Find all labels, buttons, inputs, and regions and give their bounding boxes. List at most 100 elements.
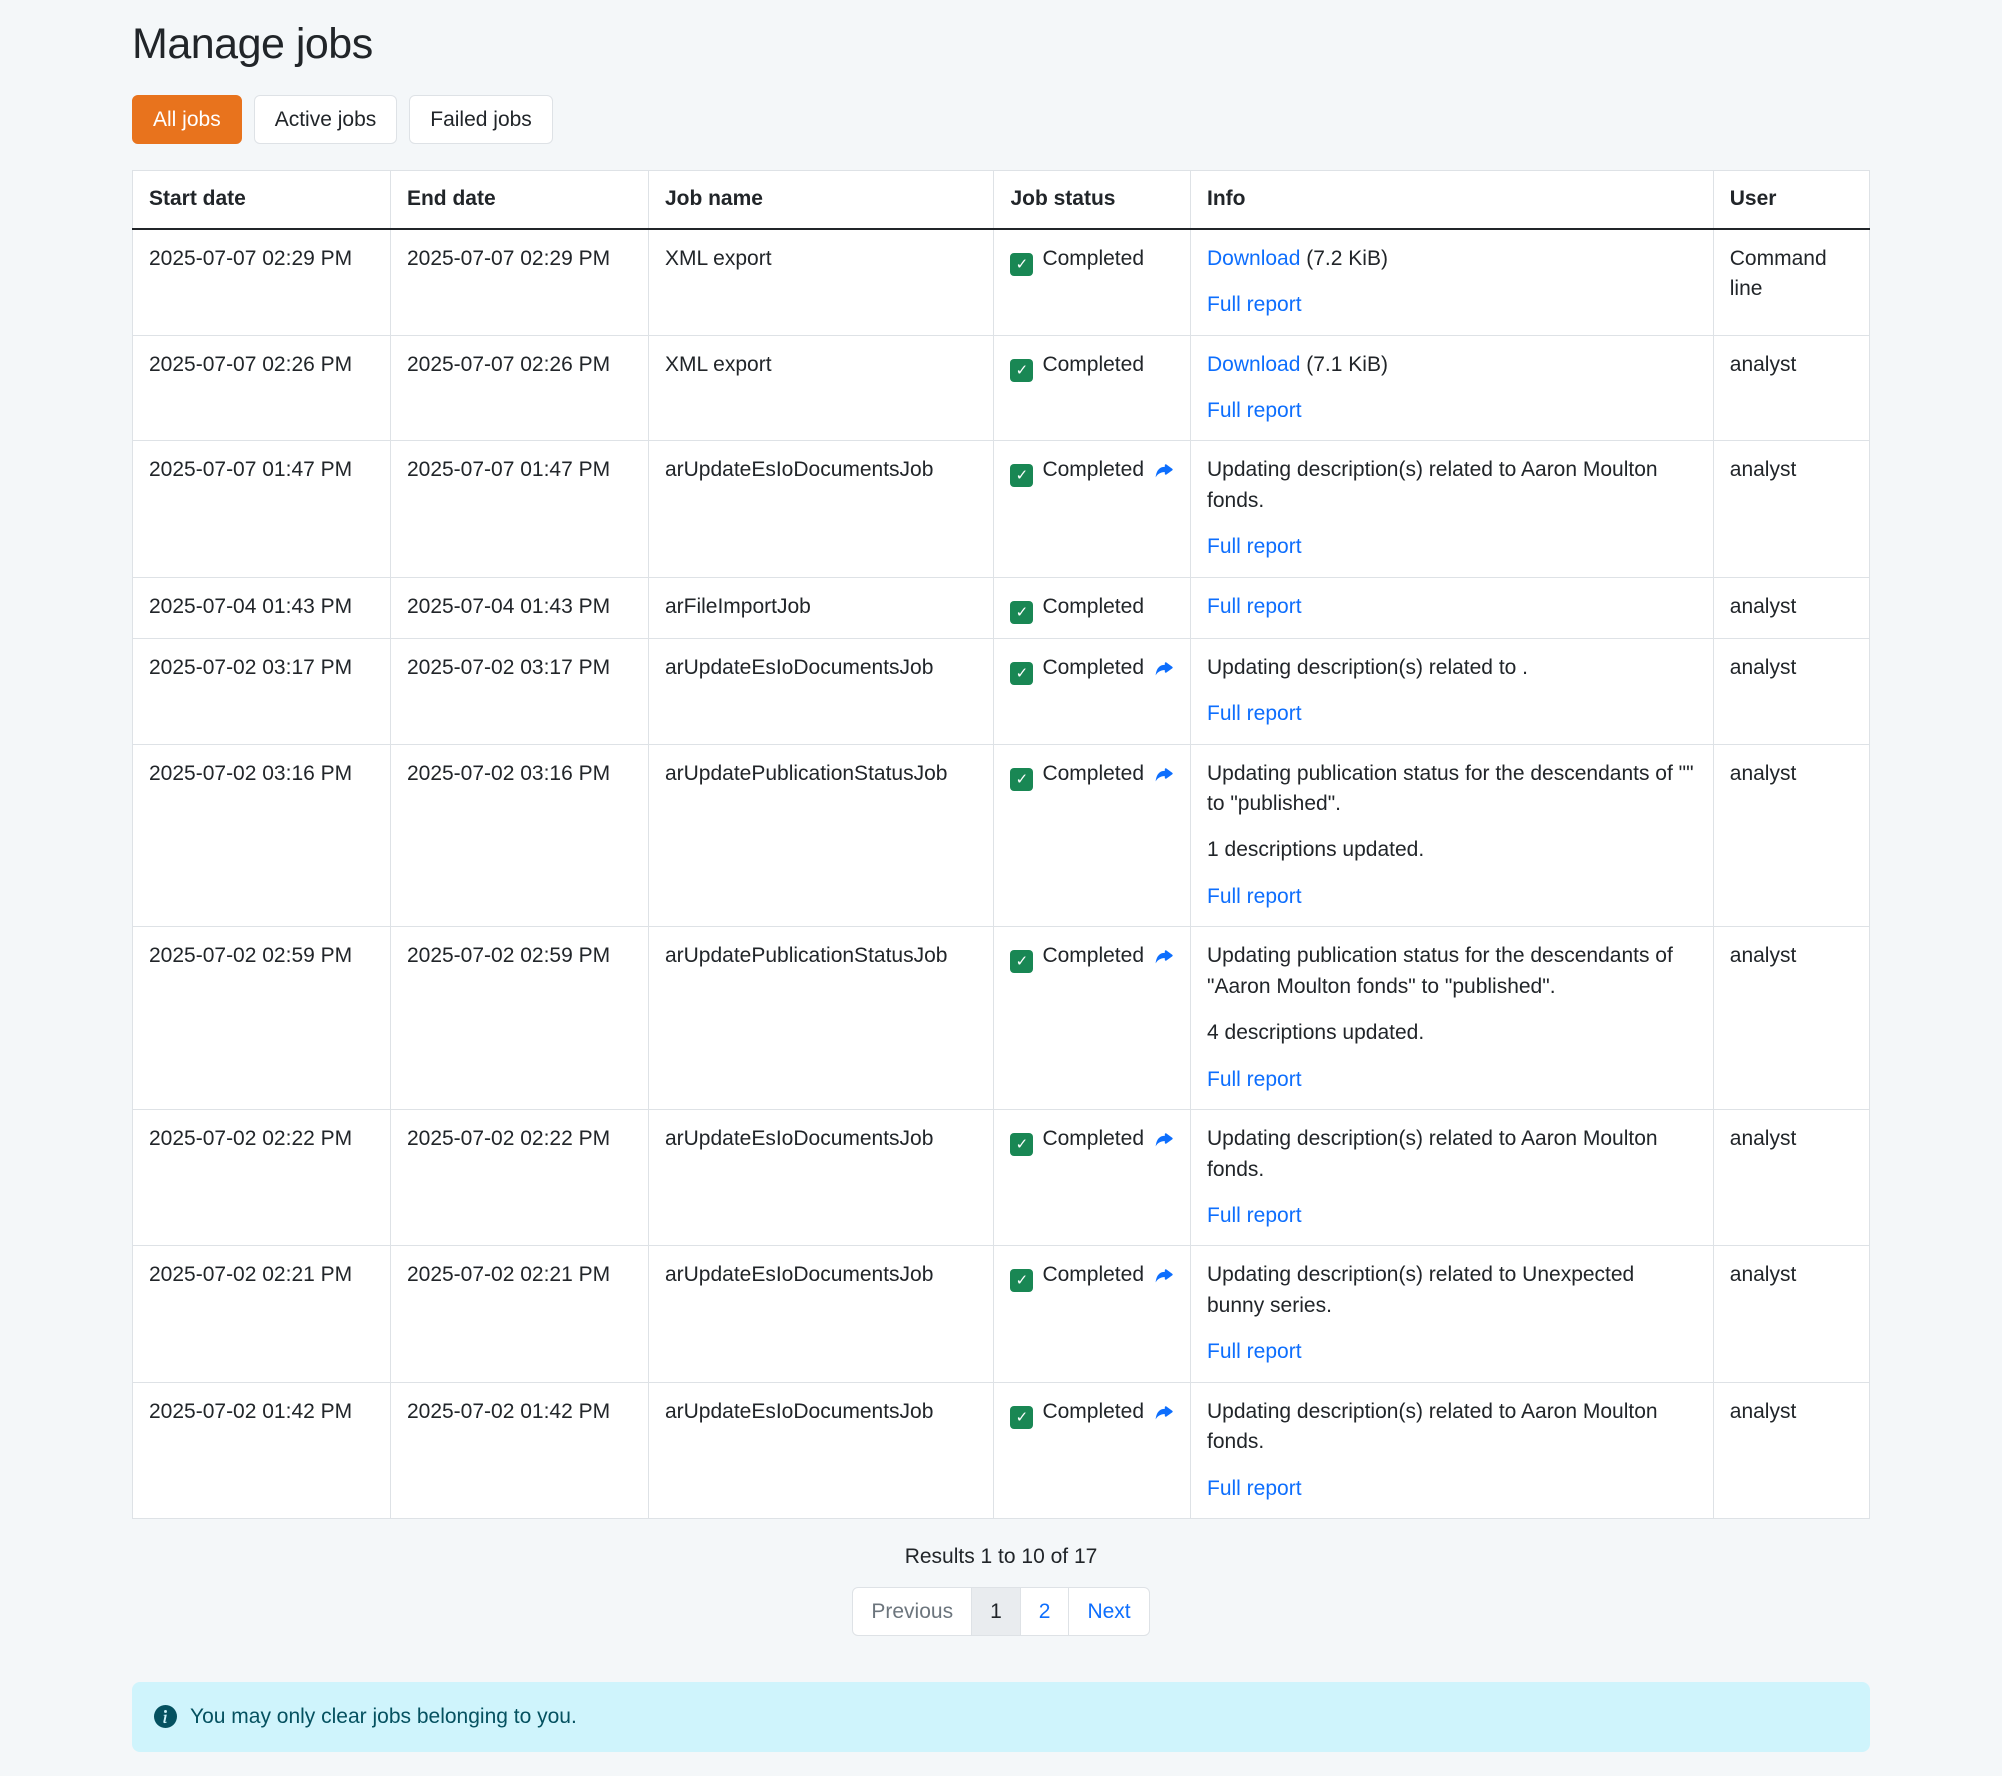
full-report-link[interactable]: Full report [1207, 702, 1302, 725]
job-name-cell: arUpdateEsIoDocumentsJob [648, 1382, 994, 1518]
full-report-line: Full report [1207, 396, 1697, 426]
pagination-page-1[interactable]: 1 [971, 1587, 1021, 1636]
info-alert: You may only clear jobs belonging to you… [132, 1682, 1870, 1751]
job-row: 2025-07-02 03:16 PM2025-07-02 03:16 PMar… [133, 744, 1870, 927]
job-filter-buttons: All jobs Active jobs Failed jobs [132, 95, 1870, 144]
info-message: Updating description(s) related to Unexp… [1207, 1260, 1697, 1321]
info-message: 1 descriptions updated. [1207, 835, 1697, 865]
full-report-line: Full report [1207, 1201, 1697, 1231]
full-report-link[interactable]: Full report [1207, 293, 1302, 316]
info-cell: Updating description(s) related to Aaron… [1191, 441, 1714, 577]
user-cell: analyst [1713, 1246, 1869, 1382]
share-arrow-icon [1153, 1128, 1174, 1149]
completed-check-icon: ✓ [1010, 464, 1033, 487]
job-row: 2025-07-02 01:42 PM2025-07-02 01:42 PMar… [133, 1382, 1870, 1518]
job-status-label: Completed [1042, 458, 1144, 481]
info-message: Updating description(s) related to . [1207, 653, 1697, 683]
job-status-label: Completed [1042, 656, 1144, 679]
start-date-cell: 2025-07-02 03:17 PM [133, 638, 391, 744]
full-report-line: Full report [1207, 1065, 1697, 1095]
info-message: 4 descriptions updated. [1207, 1018, 1697, 1048]
end-date-cell: 2025-07-07 01:47 PM [390, 441, 648, 577]
share-arrow-icon [1153, 763, 1174, 784]
job-status-cell: ✓Completed [994, 1110, 1191, 1246]
end-date-cell: 2025-07-02 03:17 PM [390, 638, 648, 744]
completed-check-icon: ✓ [1010, 1133, 1033, 1156]
full-report-link[interactable]: Full report [1207, 535, 1302, 558]
user-cell: analyst [1713, 335, 1869, 441]
download-line: Download (7.2 KiB) [1207, 244, 1697, 274]
end-date-cell: 2025-07-07 02:26 PM [390, 335, 648, 441]
start-date-cell: 2025-07-04 01:43 PM [133, 577, 391, 638]
full-report-line: Full report [1207, 592, 1697, 622]
info-cell: Download (7.2 KiB) Full report [1191, 229, 1714, 335]
info-cell: Updating description(s) related to Aaron… [1191, 1382, 1714, 1518]
job-status-cell: ✓ Completed [994, 1382, 1191, 1518]
job-name-cell: XML export [648, 335, 994, 441]
full-report-link[interactable]: Full report [1207, 595, 1302, 618]
pagination-container: Previous 1 2 Next [132, 1587, 1870, 1636]
job-status-cell: ✓Completed [994, 638, 1191, 744]
job-name-cell: arUpdatePublicationStatusJob [648, 927, 994, 1110]
job-status-cell: ✓Completed [994, 229, 1191, 335]
column-header-user: User [1713, 171, 1869, 229]
info-cell: Updating description(s) related to Unexp… [1191, 1246, 1714, 1382]
full-report-link[interactable]: Full report [1207, 1340, 1302, 1363]
job-name-cell: arUpdateEsIoDocumentsJob [648, 638, 994, 744]
pagination-previous[interactable]: Previous [852, 1587, 972, 1636]
start-date-cell: 2025-07-02 02:59 PM [133, 927, 391, 1110]
start-date-cell: 2025-07-07 01:47 PM [133, 441, 391, 577]
job-status-cell: ✓ Completed [994, 441, 1191, 577]
end-date-cell: 2025-07-04 01:43 PM [390, 577, 648, 638]
job-status-label: Completed [1042, 762, 1144, 785]
job-row: 2025-07-02 02:59 PM2025-07-02 02:59 PMar… [133, 927, 1870, 1110]
pagination-page-2[interactable]: 2 [1020, 1587, 1070, 1636]
job-row: 2025-07-02 02:21 PM2025-07-02 02:21 PMar… [133, 1246, 1870, 1382]
info-message: Updating description(s) related to Aaron… [1207, 1397, 1697, 1458]
download-link[interactable]: Download [1207, 247, 1300, 270]
job-status-label: Completed [1042, 353, 1144, 376]
share-arrow-icon [1153, 1264, 1174, 1285]
job-status-label: Completed [1042, 1400, 1144, 1423]
pagination-next[interactable]: Next [1068, 1587, 1149, 1636]
full-report-link[interactable]: Full report [1207, 399, 1302, 422]
full-report-link[interactable]: Full report [1207, 1068, 1302, 1091]
job-status-cell: ✓Completed [994, 927, 1191, 1110]
info-message: Updating publication status for the desc… [1207, 941, 1697, 1002]
completed-check-icon: ✓ [1010, 1406, 1033, 1429]
job-status-label: Completed [1042, 247, 1144, 270]
job-status-label: Completed [1042, 1263, 1144, 1286]
table-header-row: Start date End date Job name Job status … [133, 171, 1870, 229]
user-cell: analyst [1713, 577, 1869, 638]
manage-jobs-page: Manage jobs All jobs Active jobs Failed … [0, 0, 2002, 1776]
info-message: Updating publication status for the desc… [1207, 759, 1697, 820]
column-header-end-date: End date [390, 171, 648, 229]
jobs-table: Start date End date Job name Job status … [132, 170, 1870, 1519]
end-date-cell: 2025-07-07 02:29 PM [390, 229, 648, 335]
filter-all-jobs-button[interactable]: All jobs [132, 95, 242, 144]
full-report-link[interactable]: Full report [1207, 885, 1302, 908]
share-arrow-icon [1153, 459, 1174, 480]
column-header-info: Info [1191, 171, 1714, 229]
download-line: Download (7.1 KiB) [1207, 350, 1697, 380]
filter-failed-jobs-button[interactable]: Failed jobs [409, 95, 553, 144]
info-message: Updating description(s) related to Aaron… [1207, 455, 1697, 516]
page-title: Manage jobs [132, 20, 1870, 69]
user-cell: analyst [1713, 638, 1869, 744]
download-link[interactable]: Download [1207, 353, 1300, 376]
info-cell: Updating description(s) related to Aaron… [1191, 1110, 1714, 1246]
column-header-job-name: Job name [648, 171, 994, 229]
completed-check-icon: ✓ [1010, 768, 1033, 791]
alert-text: You may only clear jobs belonging to you… [190, 1702, 577, 1731]
job-name-cell: arUpdateEsIoDocumentsJob [648, 441, 994, 577]
info-circle-icon [154, 1705, 177, 1728]
full-report-link[interactable]: Full report [1207, 1204, 1302, 1227]
full-report-line: Full report [1207, 1474, 1697, 1504]
job-name-cell: XML export [648, 229, 994, 335]
full-report-line: Full report [1207, 882, 1697, 912]
info-cell: Updating publication status for the desc… [1191, 744, 1714, 927]
completed-check-icon: ✓ [1010, 1269, 1033, 1292]
end-date-cell: 2025-07-02 02:22 PM [390, 1110, 648, 1246]
filter-active-jobs-button[interactable]: Active jobs [254, 95, 398, 144]
full-report-link[interactable]: Full report [1207, 1477, 1302, 1500]
